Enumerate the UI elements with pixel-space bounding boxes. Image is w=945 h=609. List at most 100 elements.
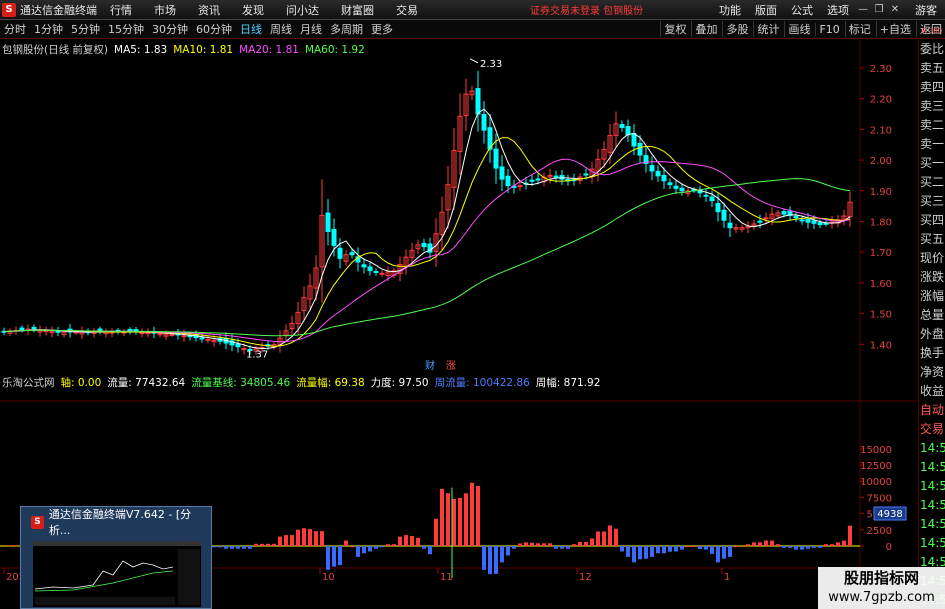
price-tick-label: 2.20	[870, 95, 892, 106]
candle-body	[703, 194, 709, 197]
ind-bar	[332, 546, 336, 567]
ind-bar	[452, 498, 456, 546]
period-multi[interactable]: 多周期	[326, 21, 367, 37]
multi-stock-button[interactable]: 多股	[722, 21, 751, 37]
period-60min[interactable]: 60分钟	[192, 21, 236, 37]
restore-icon[interactable]: ❐	[871, 4, 887, 15]
indicator-name[interactable]: 乐淘公式网	[2, 375, 55, 390]
menu-item-market[interactable]: 市场	[154, 2, 176, 18]
ind-bar	[740, 546, 744, 547]
ind-bar	[482, 546, 486, 570]
price-tick-label: 1.60	[870, 279, 892, 290]
ind-bar	[488, 546, 492, 575]
date-tick-label: 1	[724, 572, 730, 583]
menu-item-formula[interactable]: 公式	[791, 2, 813, 18]
ind-bar	[680, 546, 684, 550]
candle-body	[421, 242, 427, 248]
quote-field-1: 卖五	[920, 61, 945, 75]
quote-side-panel: R 300 委比 卖五 卖四 卖三 卖二 卖一 买一 买二 买三 买四 买五 现价 涨跌 涨幅 总量 外盘 换手…	[918, 28, 945, 609]
login-status[interactable]: 证券交易未登录 包钢股份	[530, 2, 643, 17]
ind-bar	[518, 543, 522, 546]
candle-body	[31, 326, 37, 330]
ind-bar	[338, 546, 342, 566]
quote-field-13: 涨幅	[920, 289, 945, 303]
candle-body	[763, 217, 769, 220]
ind-baseline-value: 流量基线: 34805.46	[191, 377, 291, 389]
ind-bar	[806, 546, 810, 549]
menu-item-layout[interactable]: 版面	[755, 2, 777, 18]
ind-bar	[314, 531, 318, 546]
menu-item-quotes[interactable]: 行情	[110, 2, 132, 18]
ind-tick-label: 2500	[867, 526, 892, 537]
ind-bar	[512, 546, 516, 549]
ind-bar	[272, 543, 276, 546]
menu-item-news[interactable]: 资讯	[198, 2, 220, 18]
period-toolbar: 分时 1分钟 5分钟 15分钟 30分钟 60分钟 日线 周线 月线 多周期 更…	[0, 20, 945, 39]
ind-bar	[260, 543, 264, 546]
minimize-icon[interactable]: —	[855, 4, 871, 15]
candle-body	[337, 247, 343, 259]
ind-bar	[686, 546, 690, 547]
watermark: 股朋指标网 www.7gpzb.com	[818, 567, 945, 609]
ind-bar	[362, 546, 366, 554]
ind-bar	[380, 546, 384, 548]
period-15min[interactable]: 15分钟	[104, 21, 148, 37]
candle-body	[55, 330, 61, 333]
ind-bar	[614, 528, 618, 546]
period-daily[interactable]: 日线	[236, 21, 266, 37]
period-monthly[interactable]: 月线	[296, 21, 326, 37]
period-1min[interactable]: 1分钟	[30, 21, 67, 37]
candle-body	[583, 173, 589, 176]
candle-body	[649, 165, 655, 172]
menu-item-function[interactable]: 功能	[719, 2, 741, 18]
f10-button[interactable]: F10	[815, 22, 842, 36]
candle-body	[475, 88, 481, 115]
ind-bar	[212, 546, 216, 548]
quote-field-5: 卖一	[920, 137, 945, 151]
quote-field-20: 交易	[920, 422, 945, 436]
menu-item-options[interactable]: 选项	[827, 2, 849, 18]
quote-field-25: 14:56	[920, 517, 945, 531]
candle-body	[811, 220, 817, 224]
finance-marker: 财	[425, 359, 435, 372]
ind-bar	[572, 544, 576, 546]
ind-bar	[344, 540, 348, 546]
stats-button[interactable]: 统计	[753, 21, 782, 37]
ind-bar	[398, 536, 402, 546]
draw-button[interactable]: 画线	[784, 21, 813, 37]
menu-item-wealth[interactable]: 财富圈	[341, 2, 374, 18]
quote-field-10: 买五	[920, 232, 945, 246]
close-icon[interactable]: ✕	[887, 4, 903, 15]
ind-bar	[464, 493, 468, 546]
period-weekly[interactable]: 周线	[266, 21, 296, 37]
adjust-button[interactable]: 复权	[660, 21, 689, 37]
candle-body	[667, 182, 673, 186]
taskbar-thumbnail[interactable]: S 通达信金融终端V7.642 - [分析...	[20, 506, 212, 609]
overlay-button[interactable]: 叠加	[691, 21, 720, 37]
ind-bar	[692, 546, 696, 547]
guest-user[interactable]: 游客	[915, 2, 937, 18]
ind-bar	[668, 546, 672, 552]
ind-bar	[632, 546, 636, 563]
refresh-badge[interactable]: R 300	[920, 28, 944, 35]
quote-field-9: 买四	[920, 213, 945, 227]
ma10-value: MA10: 1.81	[173, 43, 234, 56]
thumbnail-app-icon: S	[31, 515, 44, 529]
ind-bar	[650, 546, 654, 557]
menu-item-ask[interactable]: 问小达	[286, 2, 319, 18]
app-logo: S 通达信金融终端	[0, 2, 110, 18]
quote-field-23: 14:56	[920, 479, 945, 493]
ind-bar	[500, 546, 504, 563]
mark-button[interactable]: 标记	[844, 21, 874, 37]
period-intraday[interactable]: 分时	[0, 21, 30, 37]
candle-body	[655, 170, 661, 177]
add-watchlist-button[interactable]: +自选	[875, 21, 914, 37]
period-5min[interactable]: 5分钟	[67, 21, 104, 37]
candle-body	[817, 222, 823, 226]
period-more[interactable]: 更多	[367, 21, 397, 37]
menu-item-trade[interactable]: 交易	[396, 2, 418, 18]
candle-body	[199, 337, 205, 340]
period-30min[interactable]: 30分钟	[148, 21, 192, 37]
menu-item-discover[interactable]: 发现	[242, 2, 264, 18]
candle-body	[727, 222, 733, 229]
